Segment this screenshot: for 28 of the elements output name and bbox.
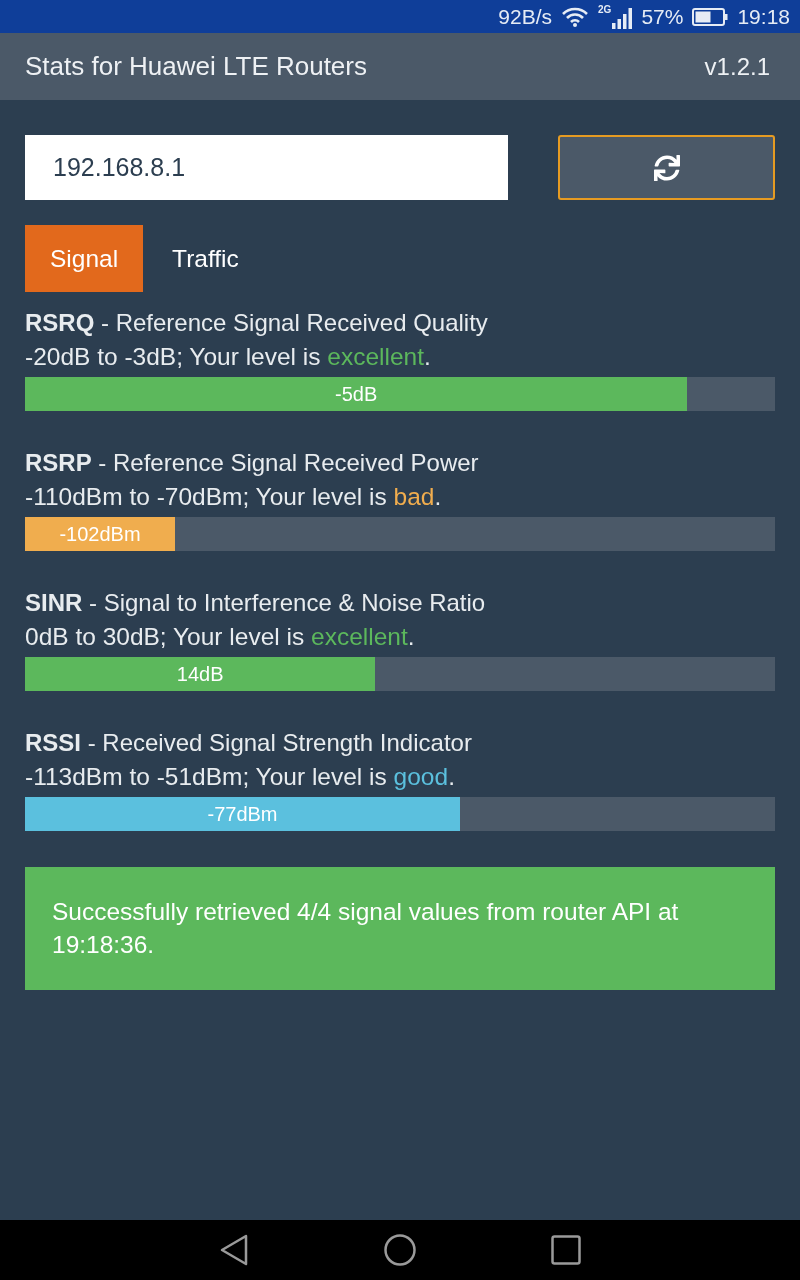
back-icon: [220, 1234, 248, 1266]
metric-title: RSRQ - Reference Signal Received Quality: [25, 308, 489, 338]
metric-title: RSRP - Reference Signal Received Power: [25, 448, 480, 478]
battery-icon: [692, 7, 729, 26]
meter-reading: 14dB: [176, 662, 224, 686]
metric-description: -20dB to -3dB; Your level is excellent.: [25, 342, 432, 372]
recent-apps-icon: [551, 1235, 581, 1265]
router-address-field[interactable]: 192.168.8.1: [25, 135, 508, 200]
success-alert: Successfully retrieved 4/4 signal values from router API at 19:18:36.: [25, 867, 775, 990]
refresh-button[interactable]: [558, 135, 775, 200]
clock: 19:18: [737, 6, 790, 27]
metric-description: -110dBm to -70dBm; Your level is bad.: [25, 482, 443, 512]
app-title: Stats for Huawei LTE Routers: [25, 51, 367, 82]
metric-description: 0dB to 30dB; Your level is excellent.: [25, 622, 416, 652]
meter-reading: -5dB: [335, 382, 378, 406]
meter-reading: -77dBm: [207, 802, 278, 826]
refresh-icon: [653, 154, 680, 181]
home-icon: [384, 1234, 416, 1266]
app-version: v1.2.1: [704, 52, 770, 81]
network-type: 2G: [598, 4, 612, 15]
tab[interactable]: Traffic: [147, 225, 264, 292]
wifi-icon: [561, 6, 590, 27]
network-speed: 92B/s: [498, 6, 553, 27]
battery-percent: 57%: [641, 6, 684, 27]
metric-title: RSSI - Received Signal Strength Indicator: [25, 728, 473, 758]
metric-title: SINR - Signal to Interference & Noise Ratio: [25, 588, 487, 618]
metric-description: -113dBm to -51dBm; Your level is good.: [25, 762, 456, 792]
meter-reading: -102dBm: [59, 522, 141, 546]
